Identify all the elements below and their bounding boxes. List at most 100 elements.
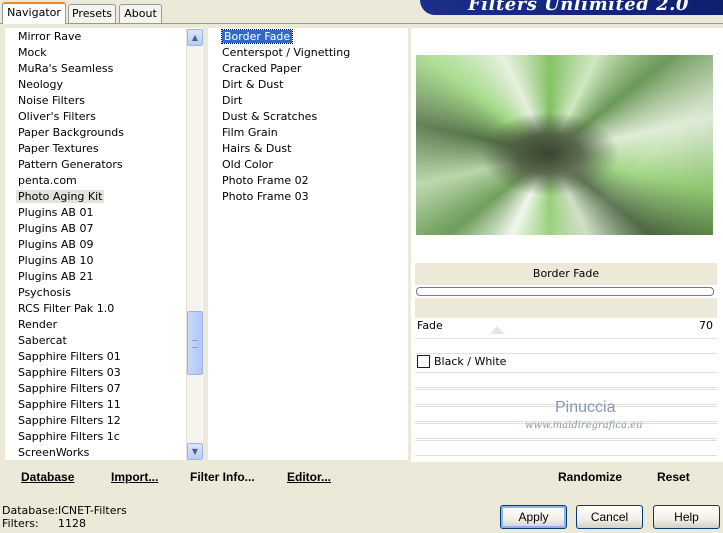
category-item[interactable]: ScreenWorks [5,445,203,461]
reset-button[interactable]: Reset [657,470,690,484]
category-label: Psychosis [18,286,71,299]
fade-slider-thumb[interactable] [490,326,504,334]
category-item[interactable]: Mock [5,45,203,61]
category-label: Sapphire Filters 11 [18,398,121,411]
category-item[interactable]: Render [5,317,203,333]
black-white-checkbox[interactable] [417,355,430,368]
category-label: Sapphire Filters 1c [18,430,120,443]
category-listbox[interactable]: Mirror Rave Mock MuRa's Seamless Neology Noi… [5,28,203,460]
slider-track[interactable] [415,298,717,318]
category-item[interactable]: Pattern Generators [5,157,203,173]
param-row [415,338,717,354]
category-label: Plugins AB 01 [18,206,94,219]
chevron-up-icon: ▲ [191,33,199,42]
category-label: Plugins AB 21 [18,270,94,283]
filter-item[interactable]: Photo Frame 03 [218,189,418,205]
filter-list: Border Fade Centerspot / Vignetting Cracke… [218,29,418,205]
category-item[interactable]: Sapphire Filters 1c [5,429,203,445]
category-label: Plugins AB 09 [18,238,94,251]
tab-navigator[interactable]: Navigator [2,2,66,24]
category-label: Neology [18,78,64,91]
category-item[interactable]: Sapphire Filters 01 [5,349,203,365]
filter-listbox[interactable]: Border Fade Centerspot / Vignetting Cracke… [208,28,408,460]
category-item[interactable]: Neology [5,77,203,93]
filter-label: Film Grain [222,126,278,139]
category-item[interactable]: Sapphire Filters 11 [5,397,203,413]
category-item[interactable]: Sabercat [5,333,203,349]
category-item[interactable]: Oliver's Filters [5,109,203,125]
filter-label: Centerspot / Vignetting [222,46,351,59]
filter-name-display: Border Fade [415,263,717,285]
filter-label: Border Fade [220,29,294,44]
fade-value: 70 [699,319,713,332]
category-label: Sapphire Filters 07 [18,382,121,395]
category-label: Oliver's Filters [18,110,96,123]
scroll-up-button[interactable]: ▲ [187,29,203,46]
category-item[interactable]: Sapphire Filters 07 [5,381,203,397]
editor-button[interactable]: Editor... [287,470,331,484]
filter-label: Dust & Scratches [222,110,318,123]
category-label: Photo Aging Kit [16,190,105,203]
category-label: Sapphire Filters 03 [18,366,121,379]
category-item[interactable]: Photo Aging Kit [5,189,203,205]
filter-info-button[interactable]: Filter Info... [190,470,255,484]
category-item[interactable]: Paper Textures [5,141,203,157]
category-item[interactable]: Plugins AB 07 [5,221,203,237]
cancel-button[interactable]: Cancel [576,505,643,529]
status-label: Database: [2,504,59,517]
category-item[interactable]: Plugins AB 10 [5,253,203,269]
randomize-button[interactable]: Randomize [558,470,622,484]
category-label: Sabercat [18,334,67,347]
category-label: Paper Textures [18,142,99,155]
fade-parameter-row[interactable]: Fade 70 [415,318,717,334]
category-label: ScreenWorks [18,446,90,459]
chevron-down-icon: ▼ [191,447,199,456]
filter-item[interactable]: Border Fade [218,29,418,45]
filter-item[interactable]: Film Grain [218,125,418,141]
category-label: Render [18,318,58,331]
category-item[interactable]: Paper Backgrounds [5,125,203,141]
category-item[interactable]: Plugins AB 21 [5,269,203,285]
fade-label: Fade [417,319,443,332]
apply-button[interactable]: Apply [500,505,567,529]
filter-label: Hairs & Dust [222,142,292,155]
category-label: Mock [18,46,47,59]
filter-item[interactable]: Dust & Scratches [218,109,418,125]
filter-item[interactable]: Hairs & Dust [218,141,418,157]
import-button[interactable]: Import... [111,470,158,484]
filter-item[interactable]: Dirt & Dust [218,77,418,93]
tab-about[interactable]: About [119,4,162,23]
category-scrollbar[interactable]: ▲ ▼ [186,29,203,460]
category-item[interactable]: Sapphire Filters 03 [5,365,203,381]
category-label: Paper Backgrounds [18,126,125,139]
tab-label: Navigator [7,6,61,19]
category-label: Sapphire Filters 12 [18,414,121,427]
progress-bar [416,287,714,296]
category-label: Plugins AB 07 [18,222,94,235]
category-item[interactable]: Plugins AB 09 [5,237,203,253]
filter-item[interactable]: Photo Frame 02 [218,173,418,189]
filter-item[interactable]: Old Color [218,157,418,173]
category-item[interactable]: Sapphire Filters 12 [5,413,203,429]
filter-item[interactable]: Dirt [218,93,418,109]
filter-label: Old Color [222,158,273,171]
category-item[interactable]: Psychosis [5,285,203,301]
category-item[interactable]: RCS Filter Pak 1.0 [5,301,203,317]
database-button[interactable]: Database [21,470,74,484]
category-item[interactable]: Noise Filters [5,93,203,109]
preview-image[interactable] [416,55,713,235]
scroll-thumb[interactable] [187,311,203,375]
scroll-down-button[interactable]: ▼ [187,443,203,460]
param-row [415,372,717,388]
status-value: ICNET-Filters [58,504,127,517]
filter-item[interactable]: Cracked Paper [218,61,418,77]
tab-label: About [124,7,157,20]
filter-label: Photo Frame 02 [222,174,309,187]
tab-presets[interactable]: Presets [68,4,116,23]
category-item[interactable]: penta.com [5,173,203,189]
category-item[interactable]: Plugins AB 01 [5,205,203,221]
help-button[interactable]: Help [653,505,720,529]
category-item[interactable]: MuRa's Seamless [5,61,203,77]
category-item[interactable]: Mirror Rave [5,29,203,45]
filter-item[interactable]: Centerspot / Vignetting [218,45,418,61]
